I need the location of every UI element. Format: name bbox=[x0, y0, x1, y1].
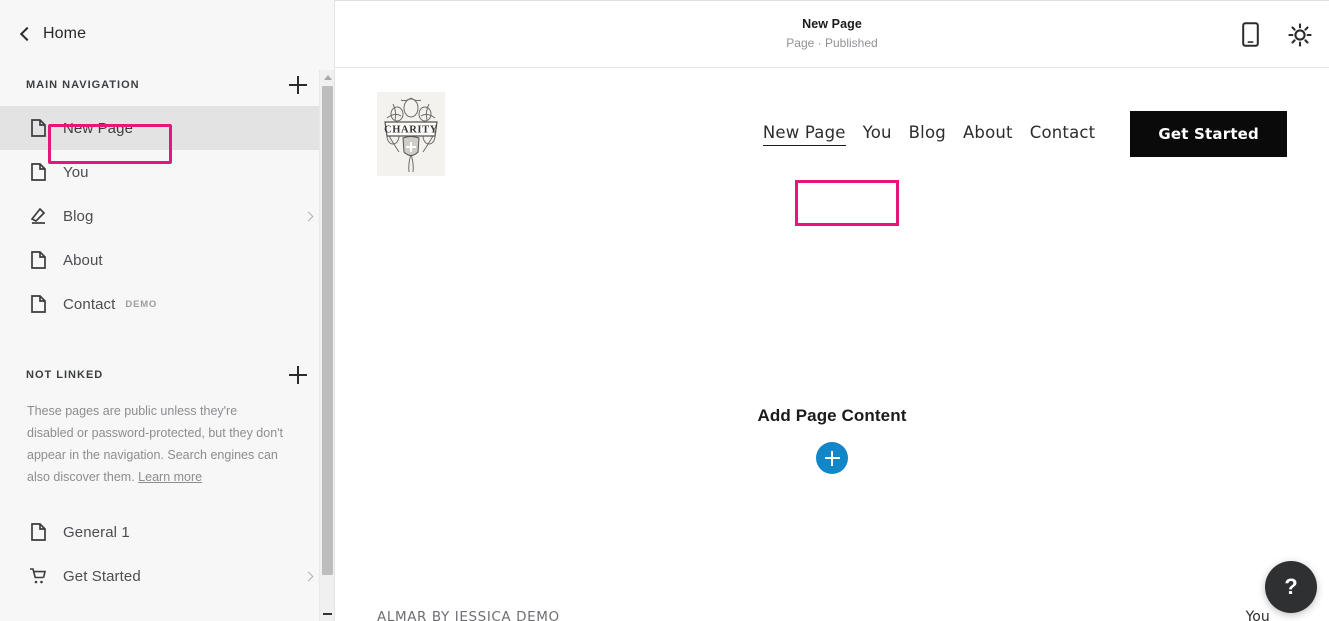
page-status: Page · Published bbox=[786, 35, 878, 50]
help-button[interactable]: ? bbox=[1265, 561, 1317, 613]
sidebar-header: Home bbox=[0, 0, 334, 68]
site-footer: ALMAR BY JESSICA DEMO You About You belo… bbox=[335, 588, 1329, 621]
section-not-linked: NOT LINKED These pages are public unless… bbox=[0, 358, 334, 598]
site-nav-link-about[interactable]: About bbox=[963, 123, 1013, 145]
sidebar-item-label: Get Started bbox=[63, 567, 141, 585]
sidebar-item-label: Blog bbox=[63, 207, 94, 225]
chevron-left-icon bbox=[19, 26, 35, 42]
footer-brand: ALMAR BY JESSICA DEMO bbox=[377, 609, 560, 621]
site-nav-link-new-page[interactable]: New Page bbox=[762, 123, 846, 146]
section-not-linked-header: NOT LINKED bbox=[0, 358, 334, 392]
add-main-navigation-page-button[interactable] bbox=[288, 75, 308, 95]
section-main-navigation-header: MAIN NAVIGATION bbox=[0, 68, 334, 102]
editor-window: Home MAIN NAVIGATION New Page You Blog A… bbox=[0, 0, 1329, 621]
status-badge-demo: DEMO bbox=[125, 298, 158, 310]
add-page-content-block: Add Page Content bbox=[335, 406, 1329, 474]
topbar-actions bbox=[1235, 1, 1315, 68]
highlight-box-site-nav-new-page bbox=[795, 180, 899, 226]
sidebar-item-you[interactable]: You bbox=[0, 150, 334, 194]
scrollbar-thumb[interactable] bbox=[322, 86, 333, 575]
not-linked-list: General 1 Get Started bbox=[0, 510, 334, 598]
sidebar-item-contact[interactable]: Contact DEMO bbox=[0, 282, 334, 326]
mobile-preview-icon[interactable] bbox=[1235, 20, 1265, 50]
page-editor-panel: New Page Page · Published CHARITY New Pa… bbox=[335, 0, 1329, 621]
site-preview: CHARITY New Page You Blog About Contact … bbox=[335, 68, 1329, 621]
not-linked-description: These pages are public unless they're di… bbox=[0, 392, 334, 488]
site-logo[interactable]: CHARITY bbox=[377, 92, 445, 176]
page-icon bbox=[27, 295, 49, 313]
sidebar-item-new-page[interactable]: New Page bbox=[0, 106, 334, 150]
sidebar-item-get-started[interactable]: Get Started bbox=[0, 554, 334, 598]
learn-more-link[interactable]: Learn more bbox=[138, 470, 202, 484]
scroll-up-arrow-icon[interactable] bbox=[320, 70, 334, 84]
sidebar-item-label: About bbox=[63, 251, 103, 269]
section-title-not-linked: NOT LINKED bbox=[26, 369, 104, 381]
page-icon bbox=[27, 251, 49, 269]
site-nav-link-contact[interactable]: Contact bbox=[1030, 123, 1096, 145]
pen-icon bbox=[27, 207, 49, 225]
cart-icon bbox=[27, 567, 49, 585]
page-icon bbox=[27, 163, 49, 181]
sidebar-item-general-1[interactable]: General 1 bbox=[0, 510, 334, 554]
site-nav: New Page You Blog About Contact Get Star… bbox=[762, 111, 1287, 157]
footer-link-you[interactable]: You bbox=[1246, 609, 1270, 621]
add-section-button[interactable] bbox=[816, 442, 848, 474]
back-to-home-label: Home bbox=[43, 25, 87, 42]
top-divider bbox=[335, 0, 1329, 1]
site-nav-link-you[interactable]: You bbox=[863, 123, 892, 145]
page-icon bbox=[27, 523, 49, 541]
add-not-linked-page-button[interactable] bbox=[288, 365, 308, 385]
page-title-block: New Page Page · Published bbox=[786, 17, 877, 51]
site-nav-link-blog[interactable]: Blog bbox=[909, 123, 946, 145]
chevron-right-icon[interactable] bbox=[303, 571, 314, 581]
svg-text:CHARITY: CHARITY bbox=[384, 125, 438, 136]
back-to-home-button[interactable]: Home bbox=[19, 25, 87, 43]
editor-topbar: New Page Page · Published bbox=[335, 1, 1329, 68]
sidebar-item-label: General 1 bbox=[63, 523, 130, 541]
sidebar-scrollbar[interactable] bbox=[319, 70, 334, 621]
pages-sidebar: Home MAIN NAVIGATION New Page You Blog A… bbox=[0, 0, 335, 621]
footer-top-row: ALMAR BY JESSICA DEMO You About bbox=[377, 588, 1287, 621]
section-title-main-navigation: MAIN NAVIGATION bbox=[26, 79, 140, 91]
add-page-content-title: Add Page Content bbox=[757, 406, 907, 425]
sidebar-item-about[interactable]: About bbox=[0, 238, 334, 282]
page-title: New Page bbox=[802, 17, 862, 32]
sidebar-item-label: You bbox=[63, 163, 89, 181]
get-started-cta-button[interactable]: Get Started bbox=[1130, 111, 1287, 157]
sidebar-item-blog[interactable]: Blog bbox=[0, 194, 334, 238]
sidebar-item-label: New Page bbox=[63, 119, 134, 137]
gear-icon[interactable] bbox=[1285, 20, 1315, 50]
main-navigation-list: New Page You Blog About Contact DEMO bbox=[0, 106, 334, 326]
scroll-down-arrow-icon[interactable] bbox=[320, 607, 334, 621]
sidebar-item-label: Contact bbox=[63, 295, 116, 313]
page-icon bbox=[27, 119, 49, 137]
chevron-right-icon[interactable] bbox=[303, 211, 314, 221]
site-header: CHARITY New Page You Blog About Contact … bbox=[335, 68, 1329, 178]
